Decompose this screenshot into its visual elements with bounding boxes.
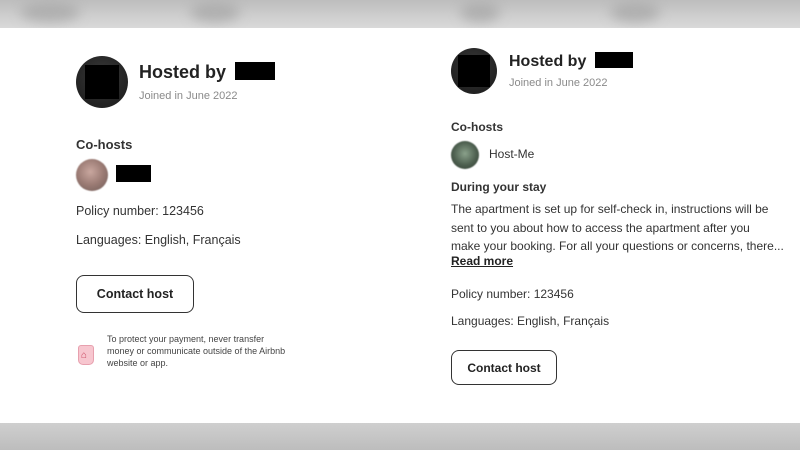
- host-card-left: Hosted by Joined in June 2022 Co-hosts P…: [0, 28, 420, 423]
- joined-date: Joined in June 2022: [139, 90, 238, 102]
- background-strip-top: [0, 0, 800, 28]
- cohost-avatar[interactable]: [451, 141, 479, 169]
- languages: Languages: English, Français: [76, 233, 241, 247]
- host-name-redaction: [235, 62, 276, 80]
- cohosts-title: Co-hosts: [451, 120, 503, 134]
- policy-number: Policy number: 123456: [451, 287, 574, 301]
- background-strip-bottom: [0, 423, 800, 450]
- notice-line: website or app.: [107, 358, 169, 368]
- stay-description: The apartment is set up for self-check i…: [451, 200, 784, 256]
- stay-line: sent to you about how to access the apar…: [451, 220, 750, 235]
- payment-protection-notice: To protect your payment, never transfer …: [107, 333, 317, 369]
- hosted-by-label: Hosted by: [509, 53, 587, 70]
- joined-date: Joined in June 2022: [509, 77, 608, 89]
- cohost-avatar[interactable]: [76, 159, 108, 191]
- host-avatar[interactable]: [76, 56, 128, 108]
- read-more-link[interactable]: Read more: [451, 254, 513, 268]
- airbnb-shield-icon: ⌂: [78, 345, 94, 365]
- host-heading: Hosted by: [139, 62, 276, 83]
- notice-line: To protect your payment, never transfer: [107, 334, 265, 344]
- stay-line: make your booking. For all your question…: [451, 239, 784, 253]
- host-heading: Hosted by: [509, 52, 633, 71]
- contact-host-button[interactable]: Contact host: [76, 275, 194, 313]
- cohost-name[interactable]: Host-Me: [489, 147, 534, 161]
- during-stay-title: During your stay: [451, 180, 547, 194]
- host-avatar[interactable]: [451, 48, 497, 94]
- host-card-right: Hosted by Joined in June 2022 Co-hosts H…: [420, 28, 800, 423]
- cohost-name-redaction: [116, 165, 151, 182]
- notice-line: money or communicate outside of the Airb…: [107, 346, 286, 356]
- cohosts-title: Co-hosts: [76, 137, 133, 152]
- stay-line: The apartment is set up for self-check i…: [451, 202, 769, 216]
- contact-host-button[interactable]: Contact host: [451, 350, 557, 385]
- policy-number: Policy number: 123456: [76, 204, 204, 218]
- languages: Languages: English, Français: [451, 314, 610, 328]
- hosted-by-label: Hosted by: [139, 62, 227, 82]
- host-name-redaction: [594, 52, 633, 68]
